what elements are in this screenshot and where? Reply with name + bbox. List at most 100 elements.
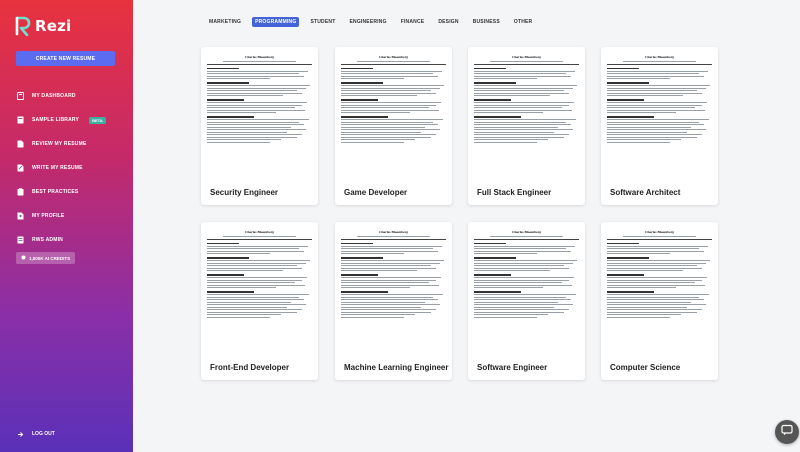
resume-preview-line: [607, 309, 702, 311]
resume-preview-line: [341, 64, 446, 65]
resume-preview-line: [474, 102, 574, 104]
sidebar-item-rws-admin[interactable]: RWS ADMIN: [17, 228, 127, 252]
resume-card-title: Front-End Developer: [210, 363, 290, 372]
resume-preview-line: [474, 306, 554, 308]
resume-preview: Charles Bloomberg: [474, 230, 579, 355]
home-icon: [17, 92, 24, 100]
resume-preview-line: [207, 277, 307, 279]
resume-card-title: Machine Learning Engineer: [344, 363, 449, 372]
resume-card-software-architect[interactable]: Charles Bloomberg Software Architect: [601, 47, 718, 205]
resume-preview-line: [474, 109, 572, 111]
resume-preview-line: [607, 294, 709, 296]
tab-business[interactable]: BUSINESS: [470, 17, 503, 27]
resume-card-title: Full Stack Engineer: [477, 188, 552, 197]
resume-preview-line: [341, 85, 444, 87]
ai-credits-badge[interactable]: 1,500K AI CREDITS: [16, 252, 76, 264]
resume-preview-line: [341, 306, 421, 308]
resume-preview-line: [341, 274, 378, 276]
resume-preview-line: [474, 73, 567, 75]
sidebar-item-review-resume[interactable]: REVIEW MY RESUME: [17, 132, 127, 156]
resume-preview-line: [607, 299, 704, 301]
create-new-resume-button[interactable]: CREATE NEW RESUME: [16, 51, 115, 66]
tab-marketing[interactable]: MARKETING: [206, 17, 244, 27]
resume-preview-line: [474, 270, 550, 272]
chat-launcher-button[interactable]: [775, 420, 799, 444]
resume-card-computer-science[interactable]: Charles Bloomberg Computer Science: [601, 222, 718, 380]
resume-preview-line: [207, 304, 306, 306]
resume-preview-line: [341, 116, 389, 118]
resume-preview-line: [607, 64, 712, 65]
resume-preview-line: [207, 265, 298, 267]
resume-preview-line: [341, 139, 415, 141]
resume-preview-line: [474, 85, 577, 87]
tab-design[interactable]: DESIGN: [435, 17, 461, 27]
resume-card-software-engineer[interactable]: Charles Bloomberg Software Engineer: [468, 222, 585, 380]
resume-preview-line: [474, 260, 577, 262]
resume-preview-line: [207, 126, 291, 128]
resume-preview-line: [207, 239, 312, 240]
resume-preview-line: [607, 131, 687, 133]
resume-preview-line: [207, 270, 283, 272]
resume-preview-line: [474, 82, 516, 84]
sidebar-item-dashboard[interactable]: MY DASHBOARD: [17, 84, 127, 108]
resume-card-title: Game Developer: [344, 188, 408, 197]
resume-preview-line: [207, 282, 296, 284]
sidebar-item-my-profile[interactable]: MY PROFILE: [17, 204, 127, 228]
resume-preview-line: [607, 239, 712, 240]
resume-preview-line: [341, 245, 442, 247]
logo[interactable]: Rezi: [15, 16, 72, 37]
resume-preview-line: [607, 314, 681, 316]
credits-label: 1,500K AI CREDITS: [29, 255, 71, 261]
resume-card-front-end-developer[interactable]: Charles Bloomberg Front-End Developer: [201, 222, 318, 380]
resume-preview-line: [341, 284, 439, 286]
sidebar-item-label: MY DASHBOARD: [32, 93, 76, 99]
resume-preview-line: [474, 301, 558, 303]
resume-preview-line: [607, 265, 698, 267]
admin-icon: [17, 236, 24, 244]
tab-finance[interactable]: FINANCE: [398, 17, 428, 27]
resume-preview-line: [607, 78, 670, 80]
resume-card-full-stack-engineer[interactable]: Charles Bloomberg Full Stack Engineer: [468, 47, 585, 205]
resume-preview-line: [607, 67, 639, 70]
tab-student[interactable]: STUDENT: [307, 17, 338, 27]
tab-programming[interactable]: PROGRAMMING: [252, 17, 300, 27]
resume-preview-line: [341, 301, 425, 303]
resume-preview-line: [207, 85, 310, 87]
book-icon: [17, 116, 24, 124]
tab-engineering[interactable]: ENGINEERING: [346, 17, 389, 27]
resume-preview-line: [207, 92, 302, 94]
resume-preview-line: [474, 87, 573, 89]
resume-preview-line: [207, 64, 312, 65]
resume-preview-line: [607, 253, 670, 255]
resume-preview-line: [207, 262, 306, 264]
resume-preview-line: [474, 267, 569, 269]
resume-card-game-developer[interactable]: Charles Bloomberg Game Developer: [335, 47, 452, 205]
resume-preview-line: [341, 75, 438, 77]
resume-preview-line: [222, 236, 297, 237]
resume-preview-line: [207, 287, 277, 289]
sidebar-item-sample-library[interactable]: SAMPLE LIBRARY BETA: [17, 108, 127, 132]
app-name: Rezi: [35, 17, 72, 35]
resume-card-security-engineer[interactable]: Charles Bloomberg Security Engineer: [201, 47, 318, 205]
sidebar-nav: MY DASHBOARD SAMPLE LIBRARY BETA REVIEW …: [17, 84, 127, 252]
tab-other[interactable]: OTHER: [511, 17, 536, 27]
resume-preview-line: [341, 299, 438, 301]
sidebar-item-best-practices[interactable]: BEST PRACTICES: [17, 180, 127, 204]
resume-preview-line: [341, 99, 378, 101]
resume-preview-line: [474, 284, 572, 286]
resume-preview-line: [341, 270, 417, 272]
resume-card-machine-learning-engineer[interactable]: Charles Bloomberg Machine Learning Engin…: [335, 222, 452, 380]
sidebar-item-label: MY PROFILE: [32, 213, 65, 219]
resume-preview-line: [607, 141, 670, 143]
resume-preview-line: [341, 87, 440, 89]
resume-preview-line: [474, 242, 506, 245]
resume-preview-line: [474, 291, 522, 293]
resume-preview-name: Charles Bloomberg: [644, 55, 675, 59]
resume-preview-line: [474, 274, 511, 276]
resume-preview-line: [341, 267, 436, 269]
resume-preview-line: [207, 112, 277, 114]
sidebar-item-write-resume[interactable]: WRITE MY RESUME: [17, 156, 127, 180]
logout-button[interactable]: LOG OUT: [17, 425, 55, 443]
resume-preview-line: [607, 260, 710, 262]
resume-preview-line: [207, 139, 281, 141]
